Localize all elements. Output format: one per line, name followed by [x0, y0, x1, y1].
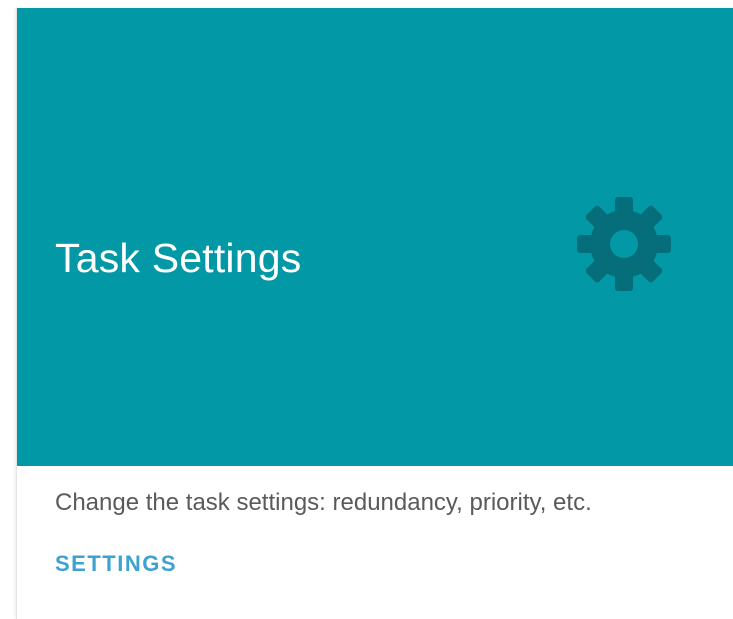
- card-title: Task Settings: [55, 235, 302, 281]
- card-description: Change the task settings: redundancy, pr…: [55, 489, 592, 516]
- task-settings-card: Task Settings Change the task settings: …: [16, 8, 733, 619]
- settings-link[interactable]: SETTINGS: [55, 548, 177, 580]
- gear-icon: [576, 196, 672, 292]
- card-header: Task Settings: [17, 8, 733, 466]
